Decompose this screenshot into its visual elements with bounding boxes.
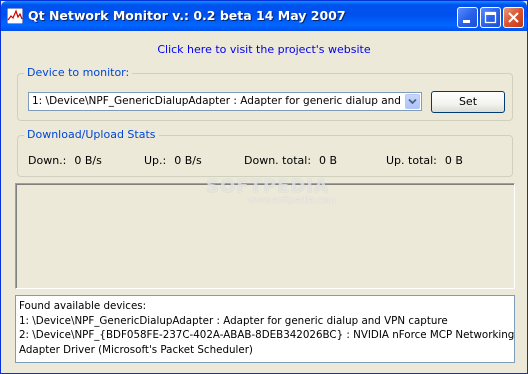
- upload-rate: Up.: 0 B/s: [144, 154, 202, 167]
- download-rate: Down.: 0 B/s: [28, 154, 102, 167]
- dropdown-button[interactable]: [405, 94, 420, 109]
- devices-log-line: Adapter Driver (Microsoft's Packet Sched…: [19, 343, 253, 356]
- chevron-down-icon: [408, 98, 417, 105]
- devices-log-line: 2: \Device\NPF_{BDF058FE-237C-402A-ABAB-…: [19, 329, 515, 342]
- close-button[interactable]: [503, 7, 524, 28]
- upload-rate-label: Up.:: [144, 154, 167, 167]
- upload-total-value: 0 B: [444, 154, 463, 167]
- app-window: Qt Network Monitor v.: 0.2 beta 14 May 2…: [0, 0, 528, 374]
- client-area: Click here to visit the project's websit…: [5, 31, 523, 369]
- download-total: Down. total: 0 B: [244, 154, 337, 167]
- upload-total: Up. total: 0 B: [386, 154, 463, 167]
- upload-total-label: Up. total:: [386, 154, 437, 167]
- device-groupbox: Device to monitor: 1: \Device\NPF_Generi…: [17, 66, 513, 121]
- softpedia-watermark-url: www.softpedia.com: [248, 196, 336, 206]
- maximize-icon: [484, 11, 497, 24]
- device-group-title: Device to monitor:: [24, 66, 133, 79]
- minimize-icon: [463, 20, 470, 23]
- window-title: Qt Network Monitor v.: 0.2 beta 14 May 2…: [28, 8, 346, 23]
- stats-groupbox: Download/Upload Stats Down.: 0 B/s Up.: 0 …: [17, 128, 513, 177]
- close-icon: [508, 12, 519, 23]
- devices-log-line: 1: \Device\NPF_GenericDialupAdapter : Ad…: [19, 314, 448, 327]
- devices-log[interactable]: Found available devices: 1: \Device\NPF_…: [15, 295, 515, 363]
- download-rate-label: Down.:: [28, 154, 67, 167]
- minimize-button[interactable]: [457, 7, 478, 28]
- download-total-label: Down. total:: [244, 154, 312, 167]
- softpedia-watermark: SOFTPEDIA: [206, 176, 329, 197]
- device-select[interactable]: 1: \Device\NPF_GenericDialupAdapter : Ad…: [28, 92, 422, 111]
- traffic-graph-panel: SOFTPEDIA www.softpedia.com: [15, 176, 515, 289]
- set-button[interactable]: Set: [431, 91, 505, 113]
- network-monitor-icon: [6, 7, 24, 25]
- download-total-value: 0 B: [319, 154, 338, 167]
- download-rate-value: 0 B/s: [74, 154, 102, 167]
- stats-group-title: Download/Upload Stats: [24, 128, 159, 141]
- maximize-button[interactable]: [480, 7, 501, 28]
- upload-rate-value: 0 B/s: [174, 154, 202, 167]
- project-website-link[interactable]: Click here to visit the project's websit…: [5, 43, 523, 56]
- device-select-value: 1: \Device\NPF_GenericDialupAdapter : Ad…: [32, 95, 404, 107]
- devices-log-line: Found available devices:: [19, 300, 147, 312]
- title-bar[interactable]: Qt Network Monitor v.: 0.2 beta 14 May 2…: [1, 1, 527, 31]
